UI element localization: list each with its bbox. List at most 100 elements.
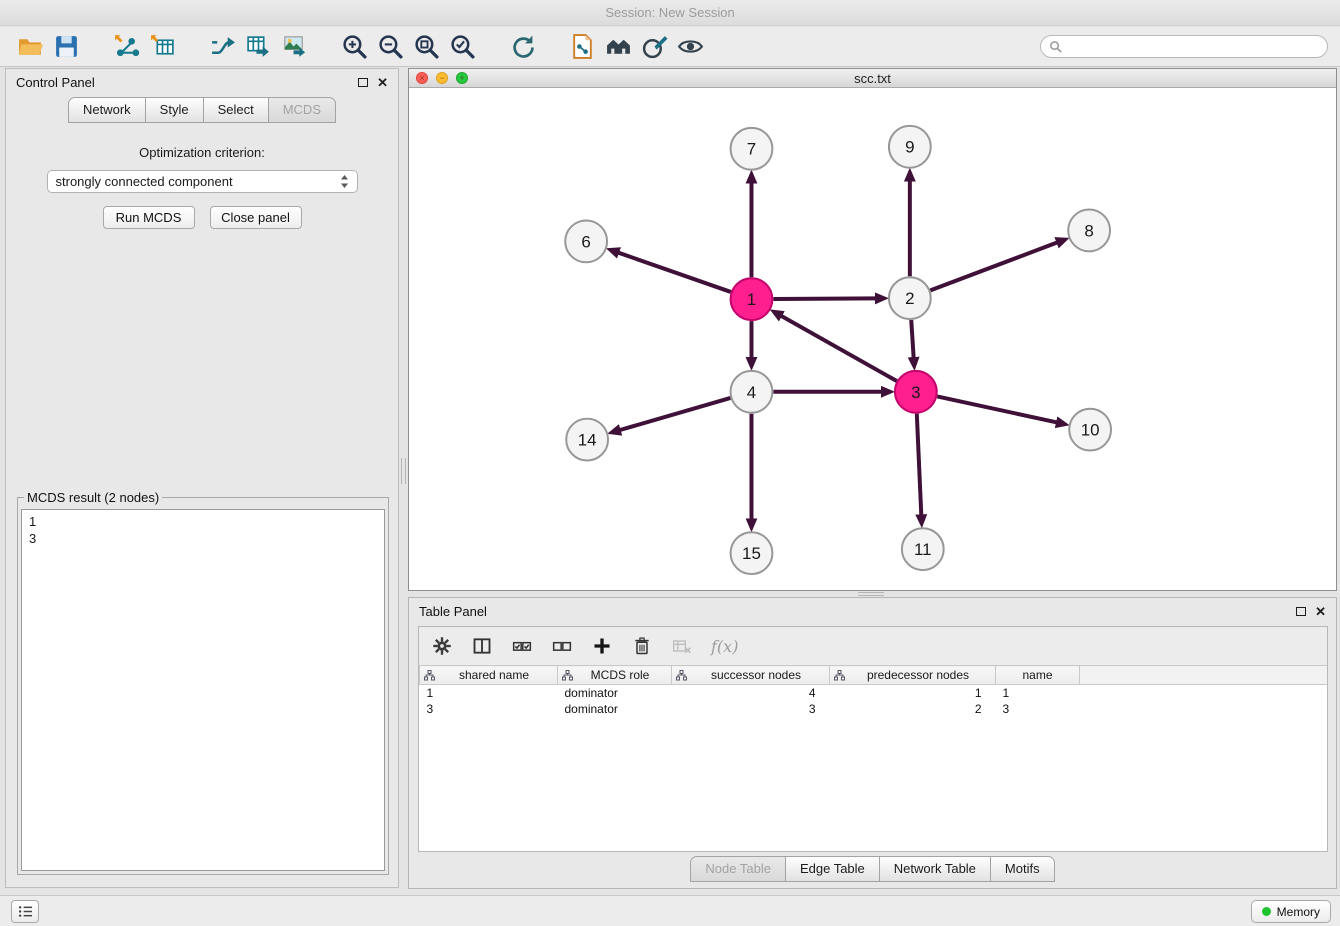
table-panel-header: Table Panel	[409, 598, 1336, 624]
table-cell[interactable]: 3	[996, 701, 1080, 717]
column-header-name[interactable]: name	[996, 666, 1080, 685]
table-cell[interactable]: 1	[996, 685, 1080, 701]
tab-motifs[interactable]: Motifs	[991, 856, 1055, 882]
table-panel-body: f(x) shared name MCDS role	[418, 626, 1328, 852]
table-cell[interactable]: 4	[672, 685, 830, 701]
import-network-icon	[113, 33, 140, 60]
network-arrows-icon	[209, 33, 236, 60]
window-title: Session: New Session	[605, 5, 734, 20]
delete-table-button[interactable]	[671, 635, 693, 657]
graph-edge-3-11[interactable]	[917, 414, 922, 516]
tab-select[interactable]: Select	[204, 97, 269, 123]
first-neighbors-button[interactable]	[600, 30, 636, 64]
column-header-mcds-role[interactable]: MCDS role	[558, 666, 672, 685]
network-window: scc.txt 7968124314101511	[408, 68, 1337, 591]
mcds-result-text[interactable]: 1 3	[21, 509, 385, 871]
table-row[interactable]: 1dominator411	[420, 685, 1328, 701]
column-header-predecessor-nodes[interactable]: predecessor nodes	[830, 666, 996, 685]
float-table-panel-icon[interactable]	[1296, 607, 1306, 616]
main-toolbar	[0, 27, 1340, 67]
graph-node-label: 8	[1084, 221, 1093, 240]
tab-edge-table[interactable]: Edge Table	[786, 856, 880, 882]
import-network-button[interactable]	[108, 30, 144, 64]
graph-edge-3-10[interactable]	[937, 396, 1057, 422]
memory-button[interactable]: Memory	[1251, 900, 1331, 923]
node-table: shared name MCDS role successor nodes pr…	[419, 665, 1327, 851]
table-cell[interactable]: 2	[830, 701, 996, 717]
titlebar[interactable]: Session: New Session	[0, 0, 1340, 26]
table-settings-button[interactable]	[431, 635, 453, 657]
optimization-criterion-select[interactable]: strongly connected component	[47, 170, 358, 193]
network-window-title: scc.txt	[409, 71, 1336, 86]
vertical-splitter-grip[interactable]	[401, 458, 406, 484]
table-cell[interactable]: dominator	[558, 685, 672, 701]
delete-column-button[interactable]	[631, 635, 653, 657]
save-session-button[interactable]	[48, 30, 84, 64]
zoom-fit-button[interactable]	[408, 30, 444, 64]
open-session-button[interactable]	[12, 30, 48, 64]
save-floppy-icon	[53, 33, 80, 60]
network-window-titlebar[interactable]: scc.txt	[409, 69, 1336, 88]
column-header-filler	[1080, 666, 1328, 685]
select-all-columns-button[interactable]	[511, 635, 533, 657]
search-box[interactable]	[1040, 35, 1328, 58]
close-table-panel-icon[interactable]	[1315, 605, 1326, 618]
graph-edge-1-2[interactable]	[773, 298, 876, 299]
show-hide-button[interactable]	[672, 30, 708, 64]
table-toolbar: f(x)	[419, 627, 1327, 665]
add-column-button[interactable]	[591, 635, 613, 657]
zoom-selected-button[interactable]	[444, 30, 480, 64]
export-network-button[interactable]	[564, 30, 600, 64]
table-row[interactable]: 3dominator323	[420, 701, 1328, 717]
memory-label: Memory	[1277, 905, 1320, 919]
tab-network[interactable]: Network	[68, 97, 146, 123]
split-view-button[interactable]	[471, 635, 493, 657]
graph-edge-2-8[interactable]	[930, 242, 1057, 290]
task-history-button[interactable]	[11, 900, 39, 923]
graph-node-label: 7	[747, 140, 756, 159]
mcds-result-title: MCDS result (2 nodes)	[24, 490, 162, 505]
tab-style[interactable]: Style	[146, 97, 204, 123]
close-panel-icon[interactable]	[377, 76, 388, 89]
table-cell[interactable]: 1	[830, 685, 996, 701]
run-mcds-button[interactable]: Run MCDS	[103, 206, 195, 229]
eye-icon	[677, 33, 704, 60]
function-builder-button[interactable]: f(x)	[711, 637, 738, 656]
network-graph: 7968124314101511	[409, 89, 1336, 590]
graph-node-label: 10	[1081, 421, 1100, 440]
table-cell[interactable]: 1	[420, 685, 558, 701]
search-input[interactable]	[1068, 39, 1319, 54]
zoom-in-button[interactable]	[336, 30, 372, 64]
status-bar: Memory	[0, 895, 1340, 926]
graph-edge-1-6[interactable]	[618, 253, 731, 292]
export-image-button[interactable]	[276, 30, 312, 64]
column-header-shared-name[interactable]: shared name	[420, 666, 558, 685]
import-table-button[interactable]	[144, 30, 180, 64]
close-window-icon[interactable]	[416, 72, 428, 84]
table-cell[interactable]: 3	[672, 701, 830, 717]
zoom-out-button[interactable]	[372, 30, 408, 64]
optimization-criterion-label: Optimization criterion:	[6, 145, 398, 160]
network-canvas[interactable]: 7968124314101511	[409, 89, 1336, 590]
graph-node-label: 6	[581, 232, 590, 251]
zoom-window-icon[interactable]	[456, 72, 468, 84]
apply-layout-button[interactable]	[504, 30, 540, 64]
float-panel-icon[interactable]	[358, 78, 368, 87]
graph-edge-2-3[interactable]	[911, 320, 913, 358]
column-header-successor-nodes[interactable]: successor nodes	[672, 666, 830, 685]
network-arrows-button[interactable]	[204, 30, 240, 64]
minimize-window-icon[interactable]	[436, 72, 448, 84]
graph-edge-4-14[interactable]	[620, 398, 731, 430]
horizontal-splitter-grip[interactable]	[858, 592, 884, 596]
export-table-button[interactable]	[240, 30, 276, 64]
paint-style-button[interactable]	[636, 30, 672, 64]
tab-network-table[interactable]: Network Table	[880, 856, 991, 882]
tab-node-table[interactable]: Node Table	[690, 856, 786, 882]
table-cell[interactable]: dominator	[558, 701, 672, 717]
close-panel-button[interactable]: Close panel	[210, 206, 302, 229]
unselect-all-columns-button[interactable]	[551, 635, 573, 657]
table-cell[interactable]: 3	[420, 701, 558, 717]
tab-mcds[interactable]: MCDS	[269, 97, 336, 123]
graph-edge-3-1[interactable]	[781, 316, 897, 381]
graph-node-label: 11	[914, 540, 932, 559]
